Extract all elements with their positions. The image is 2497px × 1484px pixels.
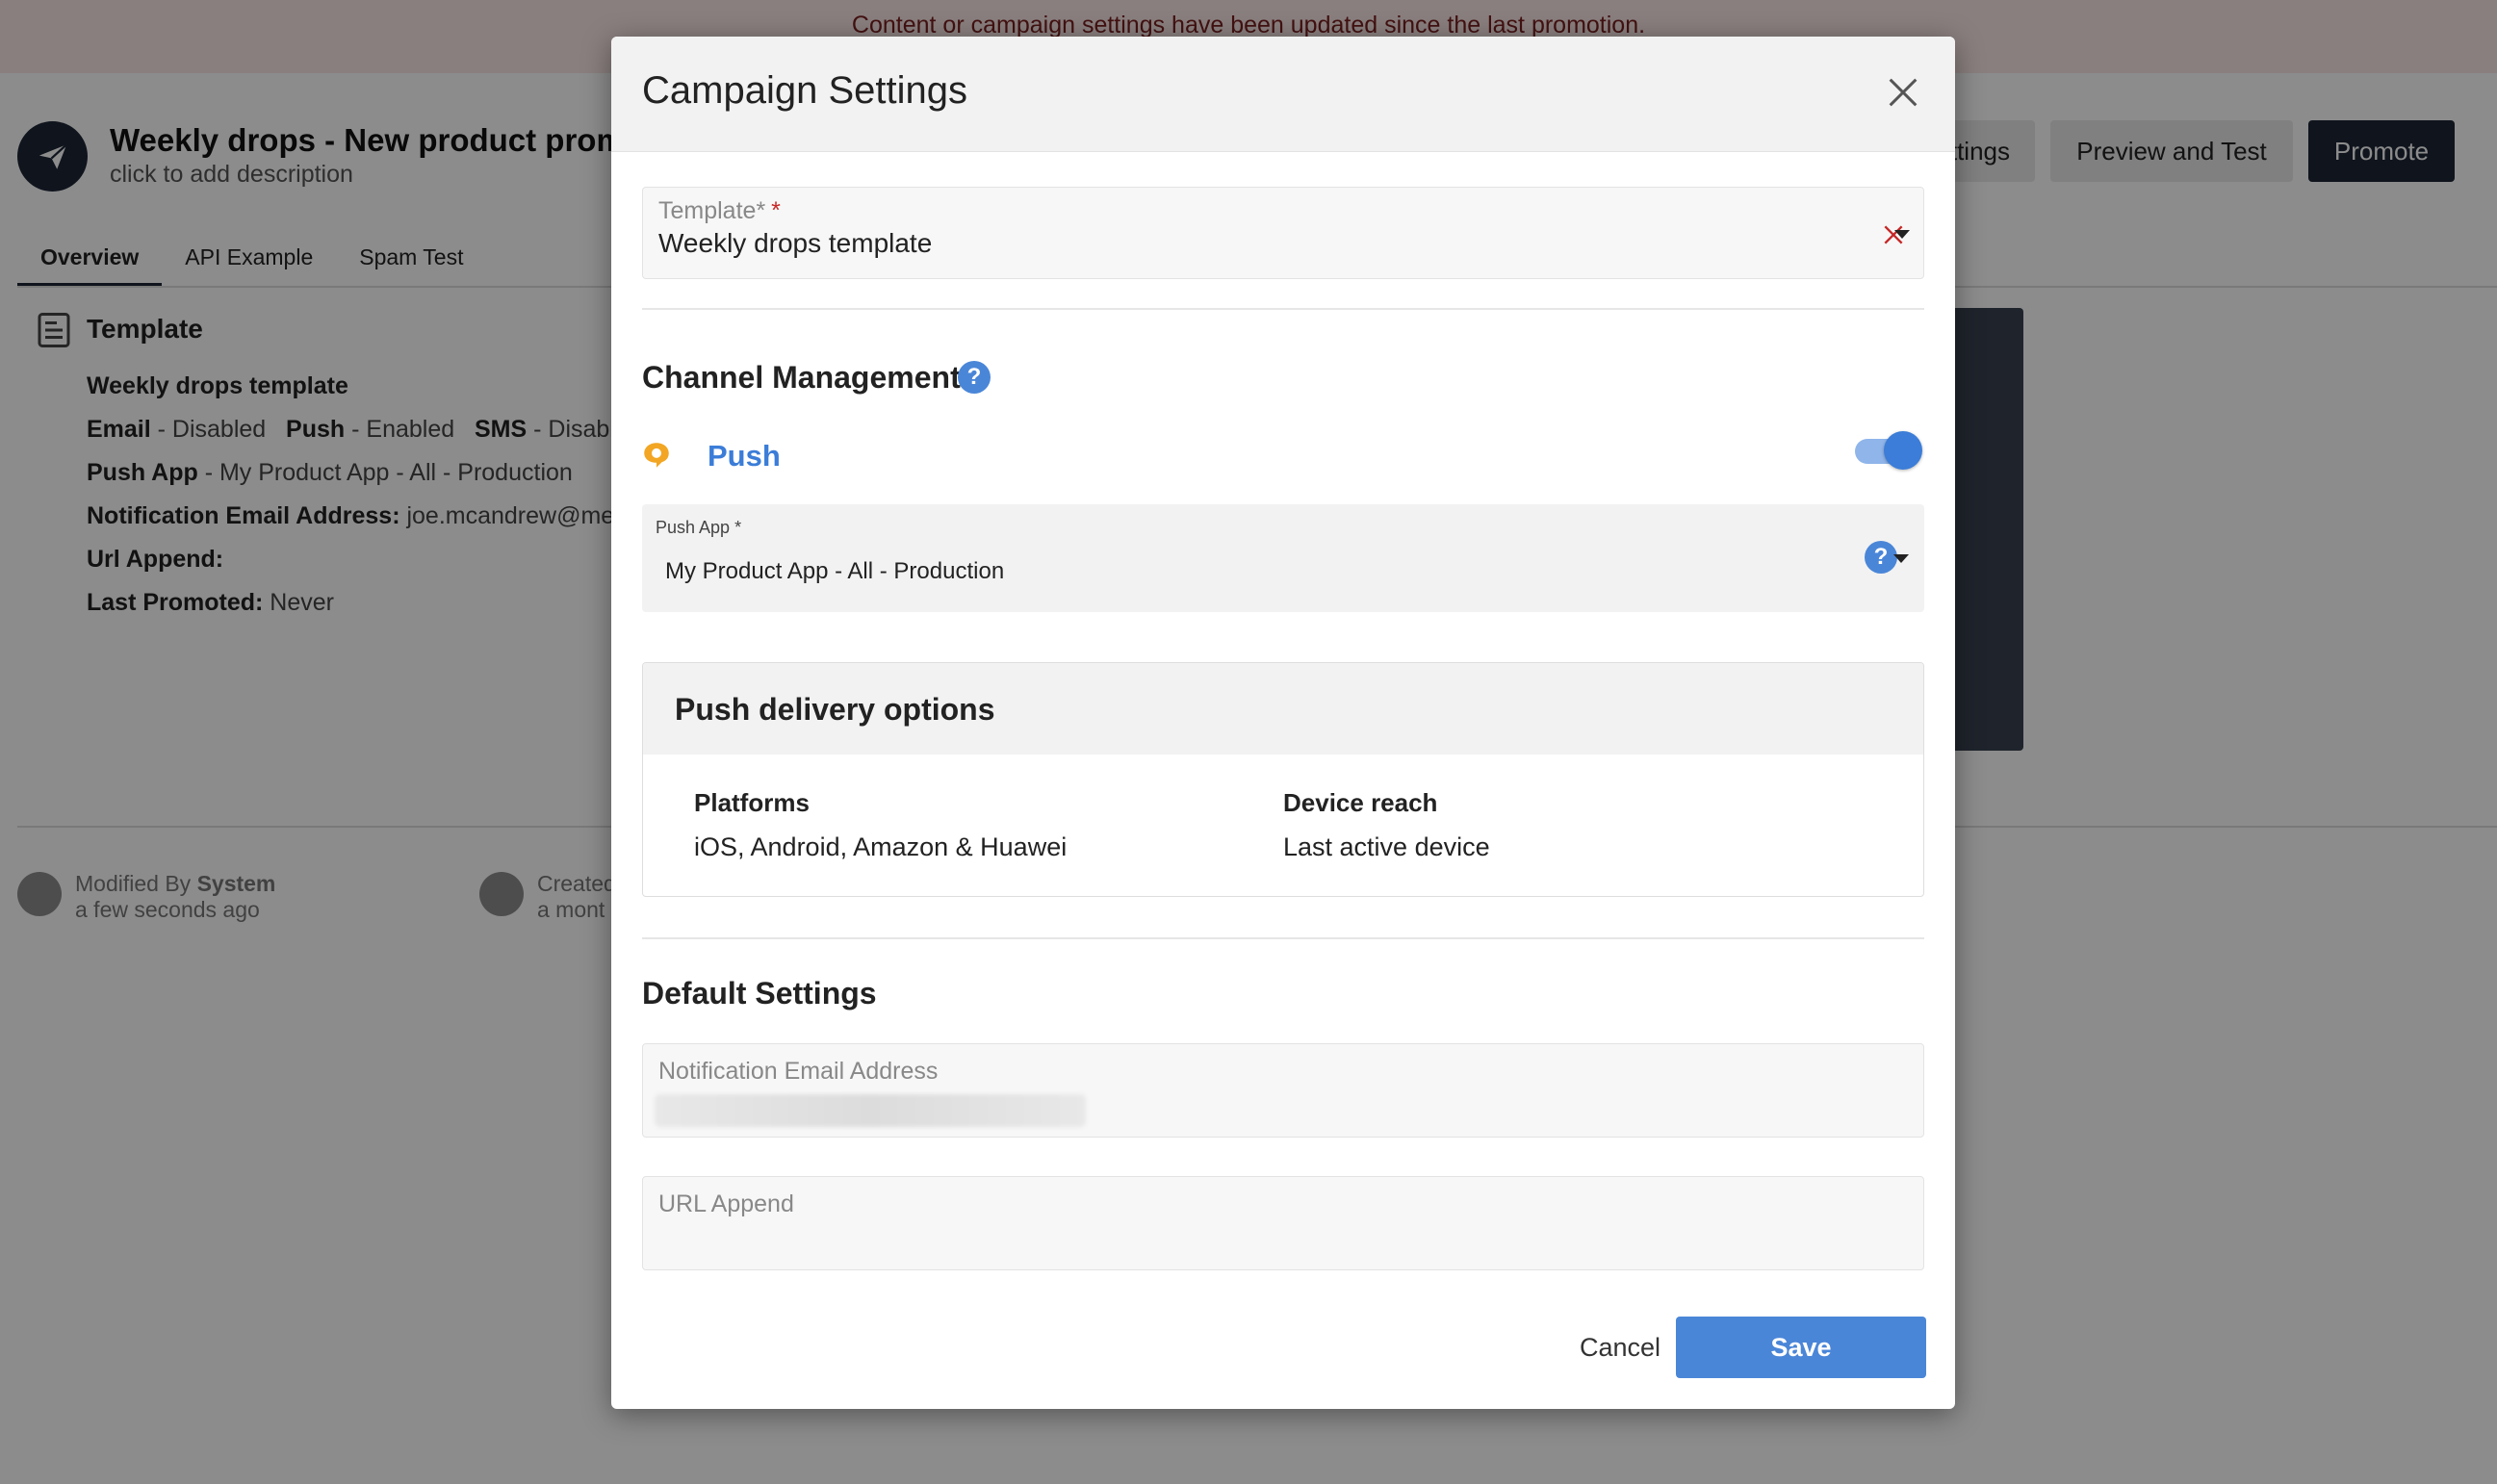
notification-email-field[interactable]: Notification Email Address (642, 1043, 1924, 1138)
default-settings-title: Default Settings (642, 976, 877, 1011)
push-delivery-options: Push delivery options Platforms iOS, And… (642, 662, 1924, 897)
save-button[interactable]: Save (1676, 1317, 1926, 1378)
chevron-down-icon[interactable] (1894, 230, 1910, 239)
push-notification-icon (644, 443, 669, 468)
delivery-title: Push delivery options (675, 692, 995, 727)
section-divider (642, 937, 1924, 939)
platforms-label: Platforms (694, 788, 810, 817)
modal-title: Campaign Settings (642, 69, 967, 112)
required-mark: * (771, 197, 781, 224)
help-icon[interactable]: ? (958, 361, 991, 394)
chevron-down-icon[interactable] (1893, 554, 1909, 563)
delivery-header: Push delivery options (643, 663, 1923, 755)
channel-management-title: Channel Management (642, 360, 961, 395)
device-reach-value: Last active device (1283, 832, 1490, 861)
campaign-settings-modal: Campaign Settings Template* * Weekly drop… (611, 37, 1955, 1409)
close-icon[interactable] (1884, 73, 1922, 112)
push-app-value: My Product App - All - Production (665, 558, 1005, 584)
push-app-label: Push App * (656, 518, 742, 537)
template-field-value: Weekly drops template (658, 228, 933, 258)
platforms-value: iOS, Android, Amazon & Huawei (694, 832, 1068, 861)
section-divider (642, 308, 1924, 310)
template-select[interactable]: Template* * Weekly drops template (642, 187, 1924, 279)
url-append-field[interactable]: URL Append (642, 1176, 1924, 1270)
push-app-help-icon[interactable]: ? (1865, 541, 1897, 574)
modal-header: Campaign Settings (611, 37, 1955, 152)
cancel-button[interactable]: Cancel (1574, 1317, 1666, 1378)
push-toggle[interactable] (1855, 431, 1924, 470)
url-append-label: URL Append (658, 1190, 794, 1217)
template-field-label: Template* * (658, 197, 781, 224)
push-channel-label: Push (708, 439, 781, 473)
notification-email-label: Notification Email Address (658, 1058, 939, 1085)
redacted-email-value (655, 1094, 1086, 1127)
push-app-select[interactable]: Push App * My Product App - All - Produc… (642, 504, 1924, 612)
device-reach-label: Device reach (1283, 788, 1438, 817)
toggle-knob (1884, 431, 1922, 470)
